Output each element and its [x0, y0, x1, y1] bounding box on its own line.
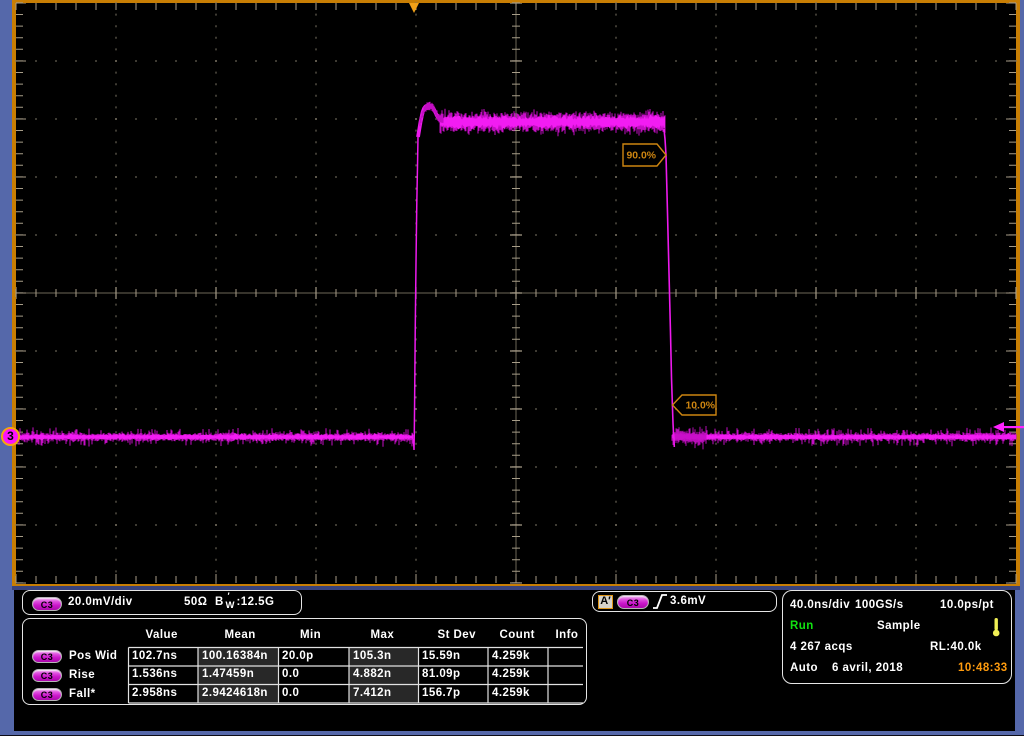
svg-text:90.0%: 90.0%	[627, 151, 656, 162]
svg-text:10.0%: 10.0%	[686, 401, 715, 412]
